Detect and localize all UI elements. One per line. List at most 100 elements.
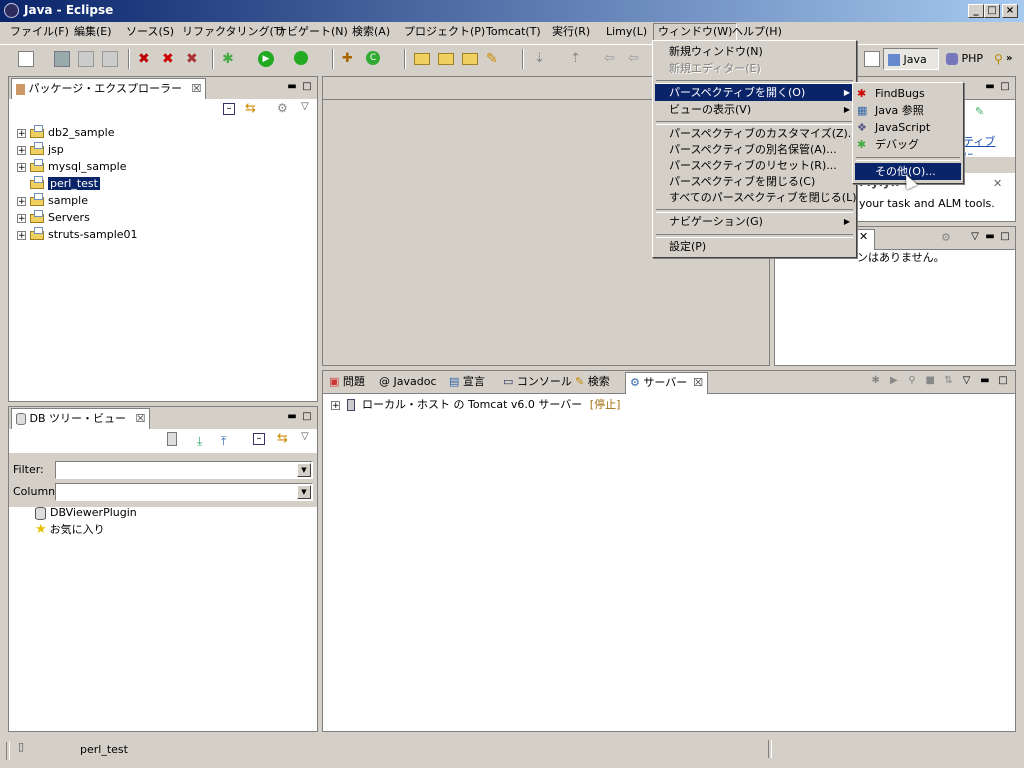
perspective-javascript[interactable]: ❖ JavaScript (855, 119, 961, 136)
tab-package-explorer[interactable]: パッケージ・エクスプローラー ☒ (11, 78, 207, 100)
task-icon[interactable]: ✎ (975, 105, 984, 118)
save-all-icon[interactable] (78, 51, 94, 67)
close-icon[interactable]: ☒ (136, 412, 146, 425)
menu-close-all-perspectives[interactable]: すべてのパースペクティブを閉じる(L) (655, 189, 857, 206)
perspective-debug[interactable]: ✱ デバッグ (855, 136, 961, 153)
menu-navigate[interactable]: ナビゲート(N) (272, 24, 352, 40)
collapse-all-icon[interactable]: – (253, 433, 265, 445)
menu-navigation[interactable]: ナビゲーション(G) ▶ (655, 213, 854, 230)
print-icon[interactable] (102, 51, 118, 67)
collapse-all-icon[interactable]: – (223, 103, 235, 115)
minimize-button[interactable]: _ (968, 4, 984, 18)
save-icon[interactable] (54, 51, 70, 67)
menu-edit[interactable]: 編集(E) (70, 24, 116, 40)
bug-icon[interactable]: ✖ (138, 51, 154, 67)
chevron-more-icon[interactable]: » (1006, 51, 1022, 67)
filter-combo[interactable]: ▼ (55, 461, 313, 479)
minimize-view-icon[interactable]: ▬ (984, 231, 996, 243)
view-menu-icon[interactable]: ⚙ (277, 101, 288, 115)
tree-item-favorites[interactable]: ★ お気に入り (35, 522, 105, 538)
open-perspective-icon[interactable] (864, 51, 880, 67)
menu-limy[interactable]: Limy(L) (602, 24, 651, 40)
tab-problems[interactable]: ▣ 問題 (325, 372, 369, 392)
close-icon[interactable]: ✕ (859, 230, 868, 243)
tree-item-sample[interactable]: + sample (17, 193, 88, 209)
column-combo[interactable]: ▼ (55, 483, 313, 501)
new-icon[interactable] (18, 51, 34, 67)
tree-item-perl-test[interactable]: perl_test (29, 176, 100, 192)
menu-preferences[interactable]: 設定(P) (655, 238, 854, 255)
menu-help[interactable]: ヘルプ(H) (728, 24, 786, 40)
chevron-down-icon[interactable]: ▽ (301, 431, 309, 442)
menu-show-view[interactable]: ビューの表示(V) ▶ (655, 101, 854, 118)
tree-item-jsp[interactable]: + jsp (17, 142, 64, 158)
run-icon[interactable]: ▶ (258, 51, 274, 67)
tab-declaration[interactable]: ▤ 宣言 (445, 372, 489, 392)
menu-tomcat[interactable]: Tomcat(T) (482, 24, 545, 40)
new-package-icon[interactable]: ✚ (342, 51, 358, 67)
minimize-view-icon[interactable]: ▬ (979, 375, 991, 387)
tab-javadoc[interactable]: @ Javadoc (375, 372, 441, 392)
tab-console[interactable]: ▭ コンソール (499, 372, 576, 392)
menu-window[interactable]: ウィンドウ(W) (653, 23, 738, 41)
profile-server-icon[interactable]: ⚲ (906, 375, 918, 387)
publish-icon[interactable]: ⇅ (942, 375, 954, 387)
minimize-view-icon[interactable]: ▬ (286, 411, 298, 423)
forward-icon[interactable]: ⇦ (628, 51, 644, 67)
open-folder-icon[interactable] (438, 53, 454, 65)
menu-open-perspective[interactable]: パースペクティブを開く(O) ▶ (655, 84, 854, 101)
link-icon[interactable]: ⇆ (277, 431, 288, 446)
tree-item-db2-sample[interactable]: + db2_sample (17, 125, 114, 141)
menu-file[interactable]: ファイル(F) (6, 24, 73, 40)
maximize-view-icon[interactable]: □ (997, 375, 1009, 387)
menu-new-window[interactable]: 新規ウィンドウ(N) (655, 43, 854, 60)
debug-server-icon[interactable]: ✱ (870, 375, 882, 387)
external-tools-icon[interactable] (294, 51, 308, 65)
start-server-icon[interactable]: ▶ (888, 375, 900, 387)
server-row[interactable]: + ローカル・ホスト の Tomcat v6.0 サーバー [停止] (331, 397, 620, 413)
export-icon[interactable]: ⤒ (221, 434, 226, 449)
prev-annotation-icon[interactable]: ⇡ (570, 51, 586, 67)
menu-customize-perspective[interactable]: パースペクティブのカスタマイズ(Z)... (655, 125, 858, 142)
menu-search[interactable]: 検索(A) (348, 24, 394, 40)
close-button[interactable]: × (1002, 4, 1018, 18)
bug-remove-icon[interactable]: ✖ (162, 51, 178, 67)
menu-project[interactable]: プロジェクト(P) (400, 24, 489, 40)
perspective-php[interactable]: PHP (942, 48, 992, 70)
new-class-icon[interactable]: C (366, 51, 380, 65)
stop-server-icon[interactable]: ■ (924, 375, 936, 387)
maximize-view-icon[interactable]: □ (301, 411, 313, 423)
chevron-down-icon[interactable]: ▽ (969, 231, 981, 243)
maximize-view-icon[interactable]: □ (301, 81, 313, 93)
open-type-icon[interactable] (414, 53, 430, 65)
chevron-down-icon[interactable]: ▽ (961, 375, 973, 387)
close-icon[interactable]: ☒ (693, 376, 703, 389)
menu-run[interactable]: 実行(R) (548, 24, 594, 40)
menu-save-perspective-as[interactable]: パースペクティブの別名保管(A)... (655, 141, 854, 158)
menu-source[interactable]: ソース(S) (122, 24, 178, 40)
menu-close-perspective[interactable]: パースペクティブを閉じる(C) (655, 173, 854, 190)
menu-reset-perspective[interactable]: パースペクティブのリセット(R)... (655, 157, 854, 174)
bug-filter-icon[interactable]: ✖ (186, 51, 202, 67)
link-editor-icon[interactable]: ⇆ (245, 101, 256, 116)
database-add-icon[interactable] (167, 432, 177, 446)
maximize-view-icon[interactable]: □ (999, 231, 1011, 243)
maximize-button[interactable]: □ (984, 4, 1000, 18)
tab-db-tree[interactable]: DB ツリー・ビュー ☒ (11, 408, 151, 430)
open-resource-icon[interactable] (462, 53, 478, 65)
tree-item-mysql-sample[interactable]: + mysql_sample (17, 159, 127, 175)
minimize-view-icon[interactable]: ▬ (984, 81, 996, 93)
pencil-icon[interactable]: ✎ (486, 51, 502, 67)
tree-item-struts-sample01[interactable]: + struts-sample01 (17, 227, 138, 243)
chevron-down-icon[interactable]: ▼ (297, 463, 311, 477)
tab-servers[interactable]: ⚙ サーバー ☒ (625, 372, 709, 394)
tab-search[interactable]: ✎ 検索 (571, 372, 614, 392)
back-icon[interactable]: ⇦ (604, 51, 620, 67)
maximize-view-icon[interactable]: □ (999, 81, 1011, 93)
minimize-view-icon[interactable]: ▬ (286, 81, 298, 93)
debug-icon[interactable]: ✱ (222, 51, 238, 67)
import-icon[interactable]: ⤓ (197, 434, 202, 449)
tree-item-dbviewerplugin[interactable]: DBViewerPlugin (35, 505, 137, 521)
perspective-java-browsing[interactable]: ▦ Java 参照 (855, 102, 961, 119)
next-annotation-icon[interactable]: ⇣ (534, 51, 550, 67)
